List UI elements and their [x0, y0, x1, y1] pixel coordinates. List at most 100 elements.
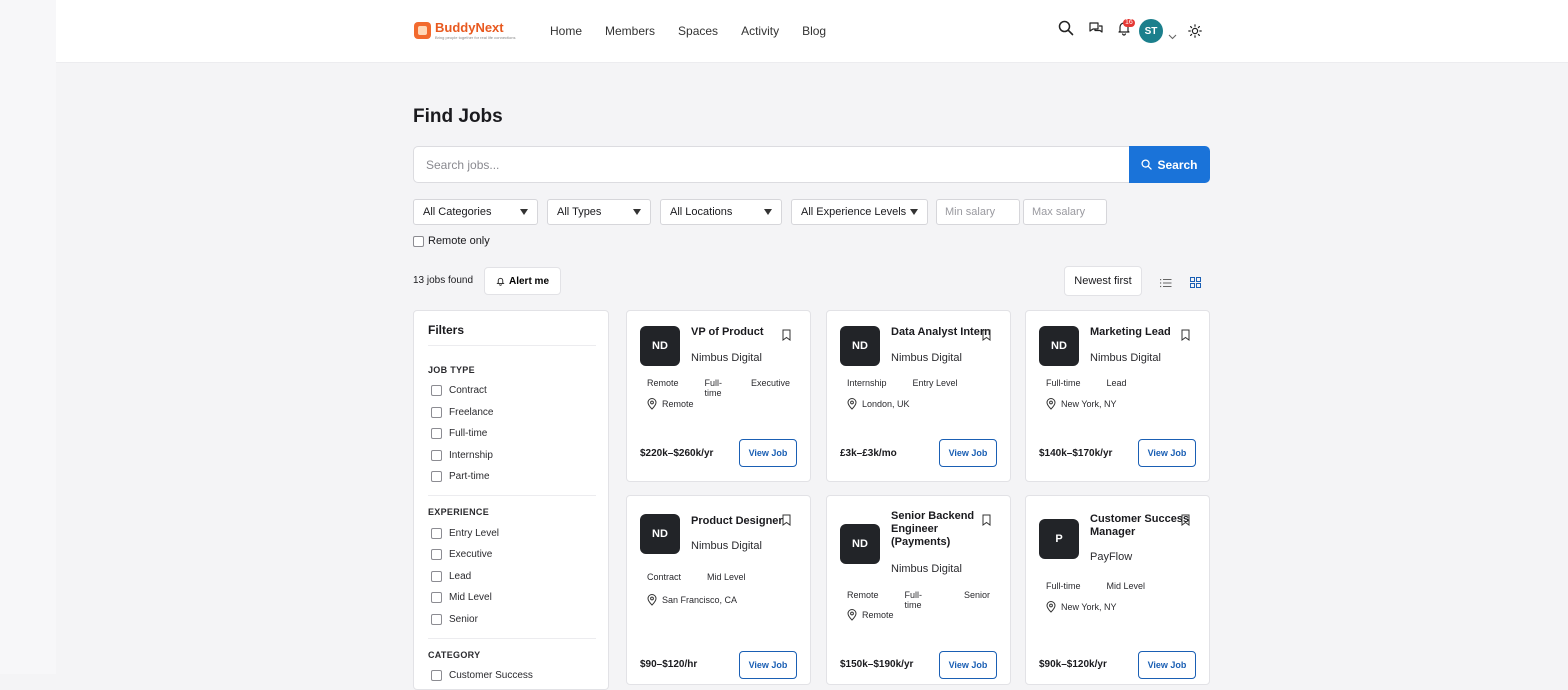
- filter-option-label: Internship: [449, 450, 493, 461]
- grid-view-icon[interactable]: [1190, 275, 1201, 293]
- checkbox[interactable]: [431, 428, 442, 439]
- nav-item-blog[interactable]: Blog: [802, 24, 826, 38]
- job-location: New York, NY: [1046, 398, 1117, 410]
- list-view-icon[interactable]: [1160, 275, 1172, 293]
- filter-option-entry-level[interactable]: Entry Level: [431, 528, 499, 539]
- filter-option-customer-success[interactable]: Customer Success: [431, 670, 533, 681]
- tag: Senior: [963, 590, 990, 600]
- filter-option-freelance[interactable]: Freelance: [431, 407, 493, 418]
- tag: Mid Level: [707, 572, 746, 582]
- bookmark-icon[interactable]: [982, 328, 991, 346]
- checkbox[interactable]: [431, 407, 442, 418]
- remote-only-checkbox[interactable]: [413, 235, 424, 247]
- job-tags: Full-time Mid Level: [1039, 579, 1165, 593]
- filter-option-executive[interactable]: Executive: [431, 549, 492, 560]
- job-title[interactable]: Data Analyst Intern: [891, 326, 991, 339]
- filter-option-mid-level[interactable]: Mid Level: [431, 592, 492, 603]
- search-input[interactable]: [413, 146, 1130, 183]
- min-salary-placeholder: Min salary: [945, 206, 996, 218]
- job-title[interactable]: Product Designer: [691, 515, 783, 528]
- category-select[interactable]: All Categories: [413, 199, 538, 225]
- nav-item-activity[interactable]: Activity: [741, 24, 779, 38]
- remote-only-toggle[interactable]: Remote only: [413, 235, 490, 247]
- filter-option-label: Executive: [449, 549, 493, 560]
- job-card[interactable]: ND Product Designer Nimbus Digital Contr…: [626, 495, 811, 685]
- dropdown-arrow-icon: [633, 209, 641, 215]
- max-salary-input[interactable]: Max salary: [1023, 199, 1107, 225]
- nav-item-members[interactable]: Members: [605, 24, 655, 38]
- theme-toggle-icon[interactable]: [1188, 24, 1202, 43]
- checkbox[interactable]: [431, 471, 442, 482]
- filter-option-contract[interactable]: Contract: [431, 385, 487, 396]
- nav-item-spaces[interactable]: Spaces: [678, 24, 718, 38]
- job-title[interactable]: Senior Backend Engineer (Payments): [891, 510, 979, 549]
- avatar[interactable]: ST: [1139, 19, 1163, 43]
- search-button[interactable]: Search: [1129, 146, 1210, 183]
- location-pin-icon: [847, 609, 857, 621]
- min-salary-input[interactable]: Min salary: [936, 199, 1020, 225]
- company-logo: ND: [840, 524, 880, 564]
- filter-option-label: Full-time: [449, 428, 488, 439]
- view-job-button[interactable]: View Job: [739, 439, 797, 467]
- job-tags: Internship Entry Level: [840, 376, 978, 390]
- location-text: Remote: [662, 399, 694, 409]
- job-title[interactable]: Customer Success Manager: [1090, 513, 1190, 539]
- filter-option-part-time[interactable]: Part-time: [431, 471, 490, 482]
- job-card[interactable]: ND Senior Backend Engineer (Payments) Ni…: [826, 495, 1011, 685]
- filters-sidebar: Filters JOB TYPE Contract Freelance Full…: [413, 310, 609, 690]
- alert-me-button[interactable]: Alert me: [484, 267, 561, 295]
- location-select[interactable]: All Locations: [660, 199, 782, 225]
- brand-tagline: Bring people together for real life conn…: [435, 35, 516, 40]
- view-job-button[interactable]: View Job: [939, 651, 997, 679]
- location-pin-icon: [1046, 601, 1056, 613]
- bookmark-icon[interactable]: [1181, 513, 1190, 531]
- category-select-value: All Categories: [423, 206, 492, 218]
- job-location: San Francisco, CA: [647, 594, 737, 606]
- search-icon[interactable]: [1058, 20, 1074, 36]
- messages-icon[interactable]: [1088, 20, 1104, 36]
- job-card[interactable]: ND VP of Product Nimbus Digital Remote F…: [626, 310, 811, 482]
- brand-logo[interactable]: BuddyNext Bring people together for real…: [414, 21, 516, 40]
- tag: Full-time: [904, 590, 923, 610]
- company-logo: ND: [640, 326, 680, 366]
- experience-select-value: All Experience Levels: [801, 206, 907, 218]
- job-card[interactable]: ND Data Analyst Intern Nimbus Digital In…: [826, 310, 1011, 482]
- job-location: London, UK: [847, 398, 910, 410]
- max-salary-placeholder: Max salary: [1032, 206, 1086, 218]
- search-icon: [1141, 159, 1153, 170]
- type-select[interactable]: All Types: [547, 199, 651, 225]
- sort-select[interactable]: Newest first: [1064, 266, 1142, 296]
- checkbox[interactable]: [431, 549, 442, 560]
- checkbox[interactable]: [431, 385, 442, 396]
- checkbox[interactable]: [431, 528, 442, 539]
- page-title: Find Jobs: [413, 106, 503, 127]
- checkbox[interactable]: [431, 571, 442, 582]
- tag: Remote: [647, 378, 679, 388]
- filter-option-senior[interactable]: Senior: [431, 614, 478, 625]
- checkbox[interactable]: [431, 450, 442, 461]
- experience-select[interactable]: All Experience Levels: [791, 199, 928, 225]
- filter-option-full-time[interactable]: Full-time: [431, 428, 487, 439]
- filter-option-label: Freelance: [449, 407, 494, 418]
- view-job-button[interactable]: View Job: [939, 439, 997, 467]
- bookmark-icon[interactable]: [982, 513, 991, 531]
- checkbox[interactable]: [431, 614, 442, 625]
- view-job-button[interactable]: View Job: [739, 651, 797, 679]
- filter-option-lead[interactable]: Lead: [431, 571, 471, 582]
- job-card[interactable]: P Customer Success Manager PayFlow Full-…: [1025, 495, 1210, 685]
- filter-option-internship[interactable]: Internship: [431, 450, 493, 461]
- bookmark-icon[interactable]: [782, 328, 791, 346]
- nav-item-home[interactable]: Home: [550, 24, 582, 38]
- job-tags: Remote Full-time Executive: [640, 376, 810, 400]
- tag: Executive: [750, 378, 790, 388]
- filter-option-label: Customer Success: [449, 670, 533, 681]
- checkbox[interactable]: [431, 670, 442, 681]
- view-job-button[interactable]: View Job: [1138, 651, 1196, 679]
- view-job-button[interactable]: View Job: [1138, 439, 1196, 467]
- company-logo: ND: [640, 514, 680, 554]
- bookmark-icon[interactable]: [782, 513, 791, 531]
- bookmark-icon[interactable]: [1181, 328, 1190, 346]
- chevron-down-icon[interactable]: [1168, 27, 1177, 45]
- checkbox[interactable]: [431, 592, 442, 603]
- job-card[interactable]: ND Marketing Lead Nimbus Digital Full-ti…: [1025, 310, 1210, 482]
